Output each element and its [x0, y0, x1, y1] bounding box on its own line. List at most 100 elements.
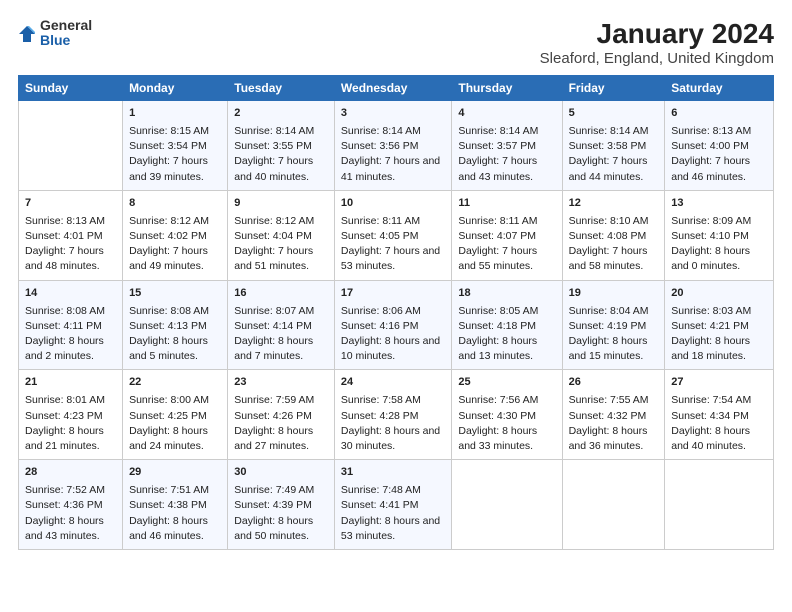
header-row: Sunday Monday Tuesday Wednesday Thursday… [19, 76, 774, 101]
sunset-text: Sunset: 3:56 PM [341, 140, 419, 152]
sunrise-text: Sunrise: 8:13 AM [25, 215, 105, 227]
sunset-text: Sunset: 4:10 PM [671, 230, 749, 242]
calendar-cell: 5Sunrise: 8:14 AMSunset: 3:58 PMDaylight… [562, 101, 665, 191]
date-number: 11 [458, 196, 555, 212]
daylight-text: Daylight: 7 hours and 44 minutes. [569, 155, 648, 182]
sunset-text: Sunset: 3:54 PM [129, 140, 207, 152]
sunset-text: Sunset: 4:30 PM [458, 410, 536, 422]
calendar-week-3: 21Sunrise: 8:01 AMSunset: 4:23 PMDayligh… [19, 370, 774, 460]
calendar-cell: 24Sunrise: 7:58 AMSunset: 4:28 PMDayligh… [334, 370, 451, 460]
calendar-cell: 2Sunrise: 8:14 AMSunset: 3:55 PMDaylight… [228, 101, 335, 191]
calendar-cell: 23Sunrise: 7:59 AMSunset: 4:26 PMDayligh… [228, 370, 335, 460]
sunrise-text: Sunrise: 8:07 AM [234, 305, 314, 317]
date-number: 1 [129, 106, 221, 122]
daylight-text: Daylight: 8 hours and 46 minutes. [129, 515, 208, 542]
sunset-text: Sunset: 4:16 PM [341, 320, 419, 332]
sunset-text: Sunset: 3:57 PM [458, 140, 536, 152]
sunrise-text: Sunrise: 7:52 AM [25, 484, 105, 496]
date-number: 27 [671, 375, 767, 391]
calendar-cell [665, 460, 774, 550]
calendar-cell: 21Sunrise: 8:01 AMSunset: 4:23 PMDayligh… [19, 370, 123, 460]
calendar-cell: 6Sunrise: 8:13 AMSunset: 4:00 PMDaylight… [665, 101, 774, 191]
daylight-text: Daylight: 8 hours and 5 minutes. [129, 335, 208, 362]
daylight-text: Daylight: 8 hours and 24 minutes. [129, 425, 208, 452]
calendar-cell [19, 101, 123, 191]
date-number: 8 [129, 196, 221, 212]
sunset-text: Sunset: 4:21 PM [671, 320, 749, 332]
logo-blue-text: Blue [40, 33, 92, 48]
sunrise-text: Sunrise: 8:08 AM [25, 305, 105, 317]
daylight-text: Daylight: 8 hours and 15 minutes. [569, 335, 648, 362]
calendar-cell: 25Sunrise: 7:56 AMSunset: 4:30 PMDayligh… [452, 370, 562, 460]
sunset-text: Sunset: 4:05 PM [341, 230, 419, 242]
date-number: 13 [671, 196, 767, 212]
daylight-text: Daylight: 8 hours and 50 minutes. [234, 515, 313, 542]
logo-general-text: General [40, 18, 92, 33]
date-number: 10 [341, 196, 445, 212]
calendar-table: Sunday Monday Tuesday Wednesday Thursday… [18, 75, 774, 550]
daylight-text: Daylight: 7 hours and 51 minutes. [234, 245, 313, 272]
sunset-text: Sunset: 4:23 PM [25, 410, 103, 422]
daylight-text: Daylight: 8 hours and 30 minutes. [341, 425, 440, 452]
sunrise-text: Sunrise: 8:09 AM [671, 215, 751, 227]
calendar-week-4: 28Sunrise: 7:52 AMSunset: 4:36 PMDayligh… [19, 460, 774, 550]
daylight-text: Daylight: 7 hours and 53 minutes. [341, 245, 440, 272]
sunrise-text: Sunrise: 8:04 AM [569, 305, 649, 317]
date-number: 14 [25, 286, 116, 302]
sunset-text: Sunset: 4:41 PM [341, 499, 419, 511]
daylight-text: Daylight: 8 hours and 18 minutes. [671, 335, 750, 362]
calendar-cell: 3 Sunrise: 8:14 AM Sunset: 3:56 PM Daylight… [334, 101, 451, 191]
sunrise-text: Sunrise: 7:51 AM [129, 484, 209, 496]
col-monday: Monday [123, 76, 228, 101]
daylight-text: Daylight: 8 hours and 43 minutes. [25, 515, 104, 542]
sunrise-text: Sunrise: 8:14 AM [458, 125, 538, 137]
col-friday: Friday [562, 76, 665, 101]
calendar-cell: 27Sunrise: 7:54 AMSunset: 4:34 PMDayligh… [665, 370, 774, 460]
calendar-cell: 4Sunrise: 8:14 AMSunset: 3:57 PMDaylight… [452, 101, 562, 191]
calendar-cell: 28Sunrise: 7:52 AMSunset: 4:36 PMDayligh… [19, 460, 123, 550]
calendar-cell: 14Sunrise: 8:08 AMSunset: 4:11 PMDayligh… [19, 280, 123, 370]
col-saturday: Saturday [665, 76, 774, 101]
sunrise-text: Sunrise: 8:14 AM [341, 125, 421, 137]
calendar-cell: 15Sunrise: 8:08 AMSunset: 4:13 PMDayligh… [123, 280, 228, 370]
date-number: 26 [569, 375, 659, 391]
sunrise-text: Sunrise: 8:11 AM [458, 215, 537, 227]
daylight-text: Daylight: 7 hours and 46 minutes. [671, 155, 750, 182]
calendar-cell: 10Sunrise: 8:11 AMSunset: 4:05 PMDayligh… [334, 190, 451, 280]
calendar-cell: 18Sunrise: 8:05 AMSunset: 4:18 PMDayligh… [452, 280, 562, 370]
calendar-cell: 12Sunrise: 8:10 AMSunset: 4:08 PMDayligh… [562, 190, 665, 280]
calendar-cell: 19Sunrise: 8:04 AMSunset: 4:19 PMDayligh… [562, 280, 665, 370]
col-thursday: Thursday [452, 76, 562, 101]
sunset-text: Sunset: 4:32 PM [569, 410, 647, 422]
calendar-cell: 20Sunrise: 8:03 AMSunset: 4:21 PMDayligh… [665, 280, 774, 370]
sunset-text: Sunset: 4:04 PM [234, 230, 312, 242]
date-number: 4 [458, 106, 555, 122]
date-number: 23 [234, 375, 328, 391]
calendar-cell: 16Sunrise: 8:07 AMSunset: 4:14 PMDayligh… [228, 280, 335, 370]
calendar-cell [452, 460, 562, 550]
calendar-cell: 17Sunrise: 8:06 AMSunset: 4:16 PMDayligh… [334, 280, 451, 370]
calendar-cell: 26Sunrise: 7:55 AMSunset: 4:32 PMDayligh… [562, 370, 665, 460]
col-wednesday: Wednesday [334, 76, 451, 101]
daylight-text: Daylight: 7 hours and 41 minutes. [341, 155, 440, 182]
sunrise-text: Sunrise: 8:12 AM [234, 215, 314, 227]
calendar-cell: 9Sunrise: 8:12 AMSunset: 4:04 PMDaylight… [228, 190, 335, 280]
date-number: 17 [341, 286, 445, 302]
date-number: 31 [341, 465, 445, 481]
date-number: 6 [671, 106, 767, 122]
daylight-text: Daylight: 7 hours and 48 minutes. [25, 245, 104, 272]
calendar-cell: 8Sunrise: 8:12 AMSunset: 4:02 PMDaylight… [123, 190, 228, 280]
sunrise-text: Sunrise: 8:15 AM [129, 125, 209, 137]
date-number: 3 [341, 106, 445, 122]
calendar-cell: 22Sunrise: 8:00 AMSunset: 4:25 PMDayligh… [123, 370, 228, 460]
calendar-cell: 30Sunrise: 7:49 AMSunset: 4:39 PMDayligh… [228, 460, 335, 550]
date-number: 18 [458, 286, 555, 302]
daylight-text: Daylight: 8 hours and 40 minutes. [671, 425, 750, 452]
sunrise-text: Sunrise: 7:55 AM [569, 394, 649, 406]
sunrise-text: Sunrise: 7:49 AM [234, 484, 314, 496]
sunset-text: Sunset: 4:39 PM [234, 499, 312, 511]
daylight-text: Daylight: 8 hours and 13 minutes. [458, 335, 537, 362]
sunset-text: Sunset: 3:58 PM [569, 140, 647, 152]
date-number: 19 [569, 286, 659, 302]
sunrise-text: Sunrise: 8:03 AM [671, 305, 751, 317]
